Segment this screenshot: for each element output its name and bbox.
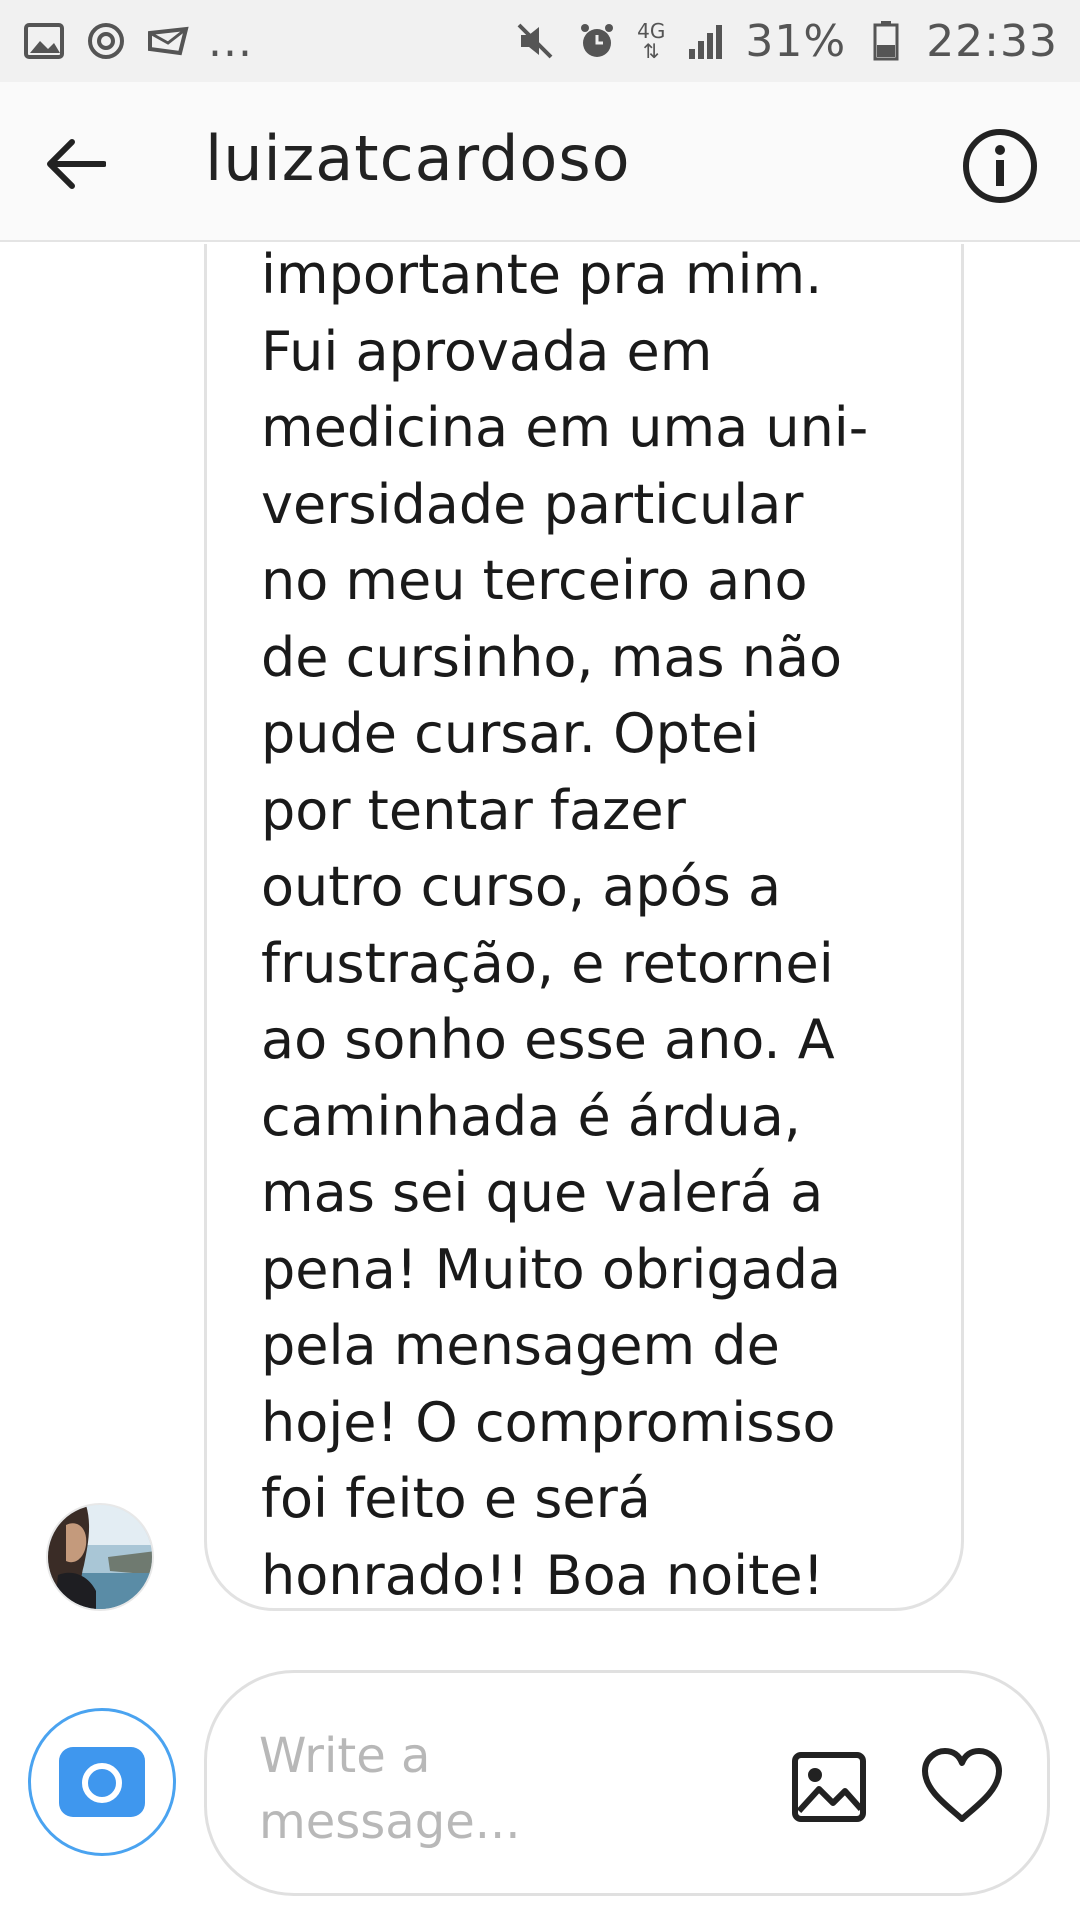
like-button[interactable]: [919, 1745, 1005, 1825]
message-input-container[interactable]: Write a message...: [204, 1670, 1050, 1896]
back-arrow-icon: [47, 139, 106, 189]
info-icon: [963, 129, 1037, 203]
camera-button[interactable]: [28, 1708, 176, 1856]
mute-icon: [513, 19, 557, 63]
gallery-icon: [22, 19, 66, 63]
avatar-image: [48, 1505, 152, 1609]
message-thread[interactable]: importante pra mim. Fui aprovada em medi…: [0, 244, 1080, 1664]
camera-icon: [59, 1747, 145, 1817]
status-bar-right: 4G ⇅ 31% 22:33: [513, 16, 1058, 67]
message-input[interactable]: Write a message...: [259, 1723, 589, 1855]
mail-icon: [146, 19, 190, 63]
sync-icon: [84, 19, 128, 63]
info-button[interactable]: [960, 126, 1040, 206]
more-notifications: ...: [208, 15, 253, 67]
back-button[interactable]: [40, 132, 112, 196]
clock: 22:33: [926, 15, 1058, 67]
alarm-icon: [575, 19, 619, 63]
gallery-button[interactable]: [789, 1747, 869, 1827]
message-text: importante pra mim. Fui aprovada em medi…: [261, 244, 869, 1607]
conversation-header: luizatcardoso: [0, 82, 1080, 242]
conversation-title[interactable]: luizatcardoso: [205, 122, 631, 195]
image-icon: [792, 1752, 866, 1822]
status-bar: ... 4G ⇅ 31% 22:33: [0, 0, 1080, 82]
network-type: 4G ⇅: [637, 19, 666, 63]
battery-percent: 31%: [745, 15, 847, 67]
avatar[interactable]: [46, 1503, 154, 1611]
battery-icon: [864, 19, 908, 63]
status-bar-left: ...: [22, 16, 253, 67]
signal-icon: [683, 19, 727, 63]
message-bubble[interactable]: importante pra mim. Fui aprovada em medi…: [204, 244, 964, 1611]
composer: Write a message...: [0, 1664, 1080, 1920]
heart-icon: [922, 1748, 1002, 1822]
